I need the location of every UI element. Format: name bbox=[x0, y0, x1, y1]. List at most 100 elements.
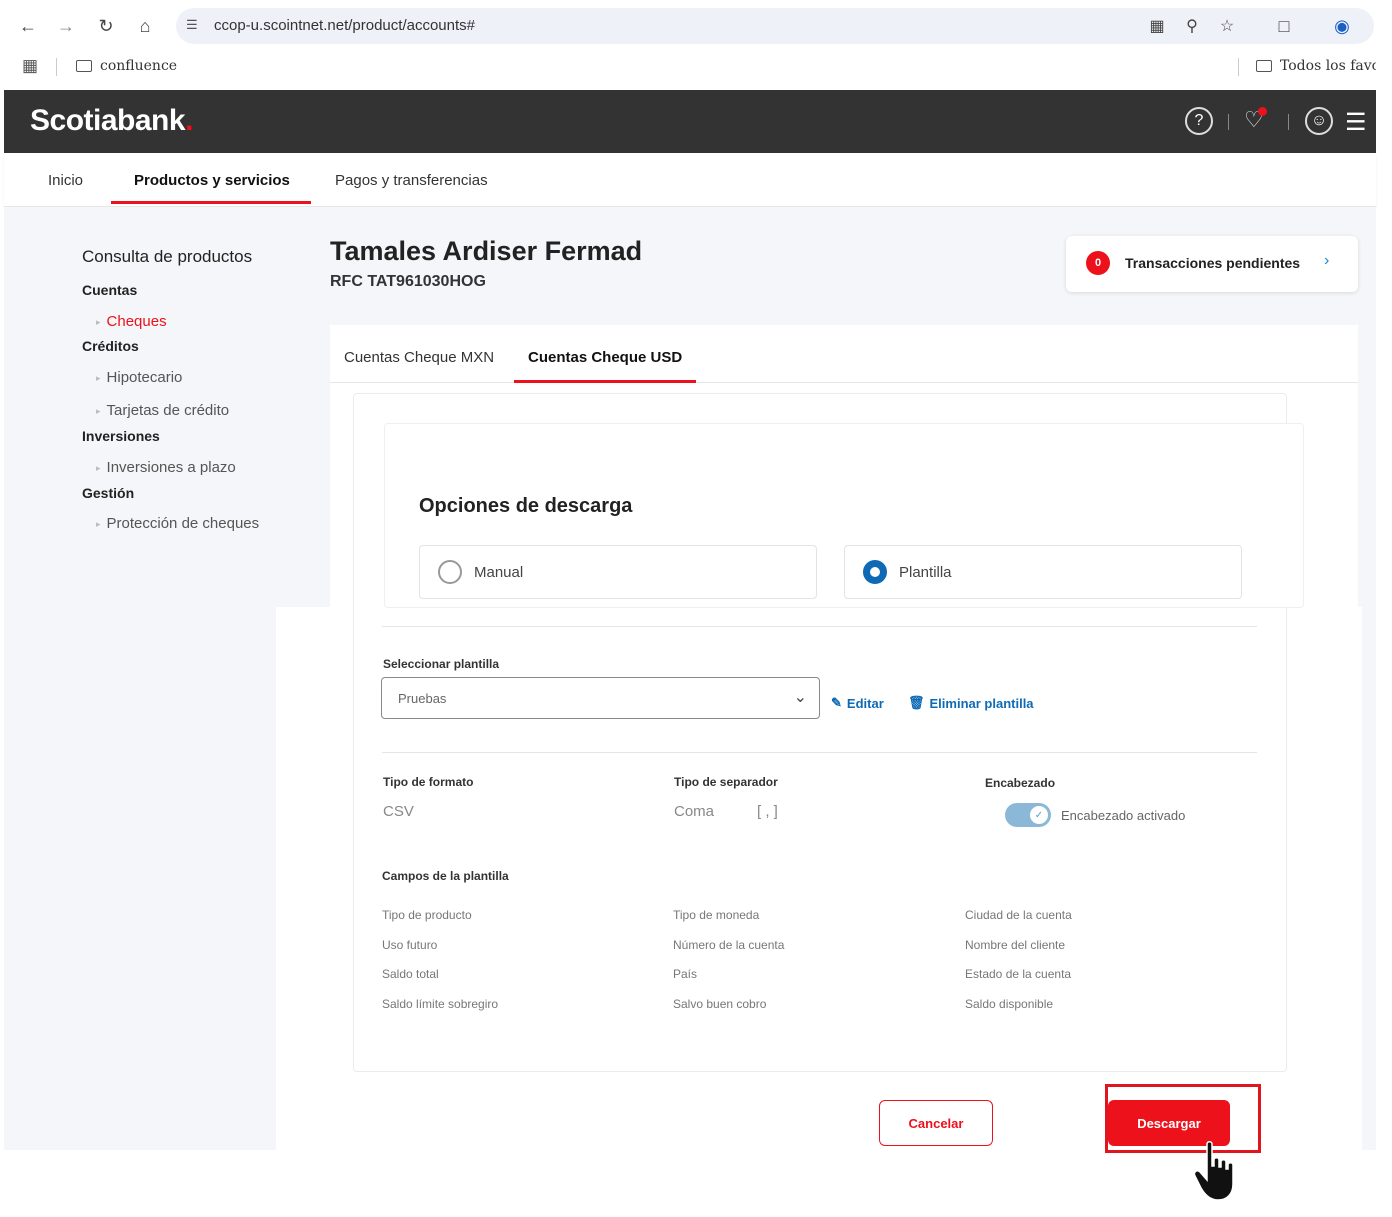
notification-dot bbox=[1258, 107, 1267, 116]
pending-transactions-card[interactable]: 0 Transacciones pendientes › bbox=[1066, 236, 1358, 292]
edit-label: Editar bbox=[846, 695, 884, 711]
sidebar-item-label: Tarjetas de crédito bbox=[106, 402, 230, 419]
radio-option-manual[interactable]: Manual bbox=[419, 545, 817, 599]
template-select[interactable]: Pruebas ⌄ bbox=[381, 677, 820, 719]
zoom-icon[interactable]: ⚲ bbox=[1181, 15, 1203, 37]
browser-toolbar: ← → ↻ ⌂ ☰ ccop-u.scointnet.net/product/a… bbox=[0, 0, 1392, 90]
divider bbox=[382, 626, 1257, 627]
header-divider bbox=[1228, 114, 1229, 130]
bookmarks-divider bbox=[1238, 58, 1239, 76]
help-icon[interactable]: ? bbox=[1185, 107, 1213, 135]
sidebar-item-cheques[interactable]: ▸ Cheques bbox=[96, 313, 167, 330]
site-header: Scotiabank. ? ♡ ☺ ☰ bbox=[4, 90, 1376, 153]
sidebar-group-creditos: Créditos bbox=[82, 338, 139, 354]
pending-label: Transacciones pendientes bbox=[1125, 255, 1301, 271]
logo-text: Scotiabank bbox=[30, 104, 186, 137]
radio-label: Plantilla bbox=[899, 564, 952, 581]
sidebar-item-label: Cheques bbox=[106, 313, 167, 330]
chevron-right-icon: ▸ bbox=[96, 405, 101, 416]
nav-active-indicator bbox=[111, 201, 311, 204]
home-icon[interactable]: ⌂ bbox=[133, 14, 157, 38]
tab-bar: Cuentas Cheque MXN Cuentas Cheque USD bbox=[330, 325, 1358, 383]
address-bar[interactable]: ☰ ccop-u.scointnet.net/product/accounts#… bbox=[176, 8, 1374, 44]
forward-arrow-icon[interactable]: → bbox=[54, 14, 78, 38]
back-arrow-icon[interactable]: ← bbox=[16, 14, 40, 38]
trash-icon: 🗑 bbox=[908, 695, 925, 710]
list-item: Saldo disponible bbox=[965, 997, 1054, 1011]
chevron-right-icon: › bbox=[1324, 252, 1330, 269]
sidebar-group-cuentas: Cuentas bbox=[82, 282, 138, 298]
radio-option-plantilla[interactable]: Plantilla bbox=[844, 545, 1242, 599]
hamburger-menu-icon[interactable]: ☰ bbox=[1345, 108, 1367, 137]
header-toggle-label: Encabezado activado bbox=[1061, 808, 1186, 823]
translate-icon[interactable]: ▦ bbox=[1146, 15, 1168, 37]
separator-value: Coma bbox=[674, 803, 715, 820]
template-select-value: Pruebas bbox=[398, 691, 447, 706]
sidebar-group-gestion: Gestión bbox=[82, 485, 135, 501]
sidebar-item-inversiones-plazo[interactable]: ▸ Inversiones a plazo bbox=[96, 459, 236, 476]
main-nav: Inicio Productos y servicios Pagos y tra… bbox=[4, 153, 1376, 207]
hand-cursor-icon bbox=[1193, 1141, 1234, 1201]
list-item: Salvo buen cobro bbox=[673, 997, 767, 1011]
tab-cheque-usd[interactable]: Cuentas Cheque USD bbox=[528, 349, 682, 366]
radio-selected-icon bbox=[863, 560, 887, 584]
reload-icon[interactable]: ↻ bbox=[94, 14, 118, 38]
list-item: Nombre del cliente bbox=[965, 938, 1066, 952]
bookmarks-divider bbox=[56, 58, 57, 76]
sidebar-group-inversiones: Inversiones bbox=[82, 428, 160, 444]
chevron-right-icon: ▸ bbox=[96, 316, 101, 327]
sidebar-item-label: Protección de cheques bbox=[106, 515, 260, 532]
header-divider bbox=[1288, 114, 1289, 130]
header-label: Encabezado bbox=[985, 776, 1056, 790]
bookmark-star-icon[interactable]: ☆ bbox=[1216, 15, 1238, 37]
template-fields-label: Campos de la plantilla bbox=[382, 869, 509, 883]
content-background bbox=[1362, 607, 1376, 1150]
list-item: Tipo de moneda bbox=[673, 908, 760, 922]
download-options-title: Opciones de descarga bbox=[419, 495, 633, 517]
tab-cheque-mxn[interactable]: Cuentas Cheque MXN bbox=[344, 349, 494, 366]
address-url: ccop-u.scointnet.net/product/accounts# bbox=[214, 17, 475, 34]
sidebar-title: Consulta de productos bbox=[82, 247, 253, 266]
customer-rfc: RFC TAT961030HOG bbox=[330, 273, 486, 290]
divider bbox=[382, 752, 1257, 753]
list-item: Uso futuro bbox=[382, 938, 438, 952]
apps-grid-icon[interactable]: ▦ bbox=[22, 56, 38, 76]
sidebar-item-proteccion-cheques[interactable]: ▸ Protección de cheques bbox=[96, 515, 259, 532]
edit-template-link[interactable]: ✎ Editar bbox=[831, 695, 884, 711]
list-item: País bbox=[673, 967, 698, 981]
sidebar-item-hipotecario[interactable]: ▸ Hipotecario bbox=[96, 369, 182, 386]
list-item: Saldo total bbox=[382, 967, 439, 981]
radio-unselected-icon bbox=[438, 560, 462, 584]
pending-count-badge: 0 bbox=[1086, 251, 1110, 275]
delete-template-link[interactable]: 🗑 Eliminar plantilla bbox=[908, 695, 1034, 711]
cancel-button[interactable]: Cancelar bbox=[879, 1100, 993, 1146]
pencil-icon: ✎ bbox=[831, 695, 842, 710]
nav-inicio[interactable]: Inicio bbox=[48, 172, 83, 189]
profile-icon[interactable]: ◉ bbox=[1330, 14, 1354, 38]
nav-productos-servicios[interactable]: Productos y servicios bbox=[134, 172, 290, 189]
folder-icon bbox=[1256, 60, 1272, 72]
radio-label: Manual bbox=[474, 564, 524, 581]
sidebar-item-tarjetas-credito[interactable]: ▸ Tarjetas de crédito bbox=[96, 402, 229, 419]
extensions-icon[interactable]: □ bbox=[1272, 14, 1296, 38]
header-toggle[interactable]: ✓ bbox=[1005, 803, 1051, 827]
chevron-right-icon: ▸ bbox=[96, 462, 101, 473]
separator-symbol: [ , ] bbox=[757, 803, 778, 820]
bookmark-all[interactable]: Todos los favoritos bbox=[1256, 58, 1392, 74]
user-avatar-icon[interactable]: ☺ bbox=[1305, 107, 1333, 135]
sidebar-item-label: Hipotecario bbox=[106, 369, 183, 386]
page-footer-area bbox=[0, 1150, 1392, 1217]
chevron-down-icon: ⌄ bbox=[793, 689, 807, 706]
separator-label: Tipo de separador bbox=[674, 775, 778, 789]
list-item: Tipo de producto bbox=[382, 908, 472, 922]
sidebar-item-label: Inversiones a plazo bbox=[106, 459, 236, 476]
chevron-right-icon: ▸ bbox=[96, 372, 101, 383]
bookmark-label: confluence bbox=[100, 58, 178, 74]
bookmarks-bar: ▦ confluence Todos los favoritos bbox=[0, 50, 1392, 84]
bookmark-confluence[interactable]: confluence bbox=[76, 58, 177, 74]
site-info-icon[interactable]: ☰ bbox=[186, 17, 198, 33]
scotiabank-logo[interactable]: Scotiabank. bbox=[30, 104, 193, 138]
nav-pagos-transferencias[interactable]: Pagos y transferencias bbox=[335, 172, 488, 189]
template-select-label: Seleccionar plantilla bbox=[383, 657, 500, 671]
content-background bbox=[4, 607, 276, 1150]
